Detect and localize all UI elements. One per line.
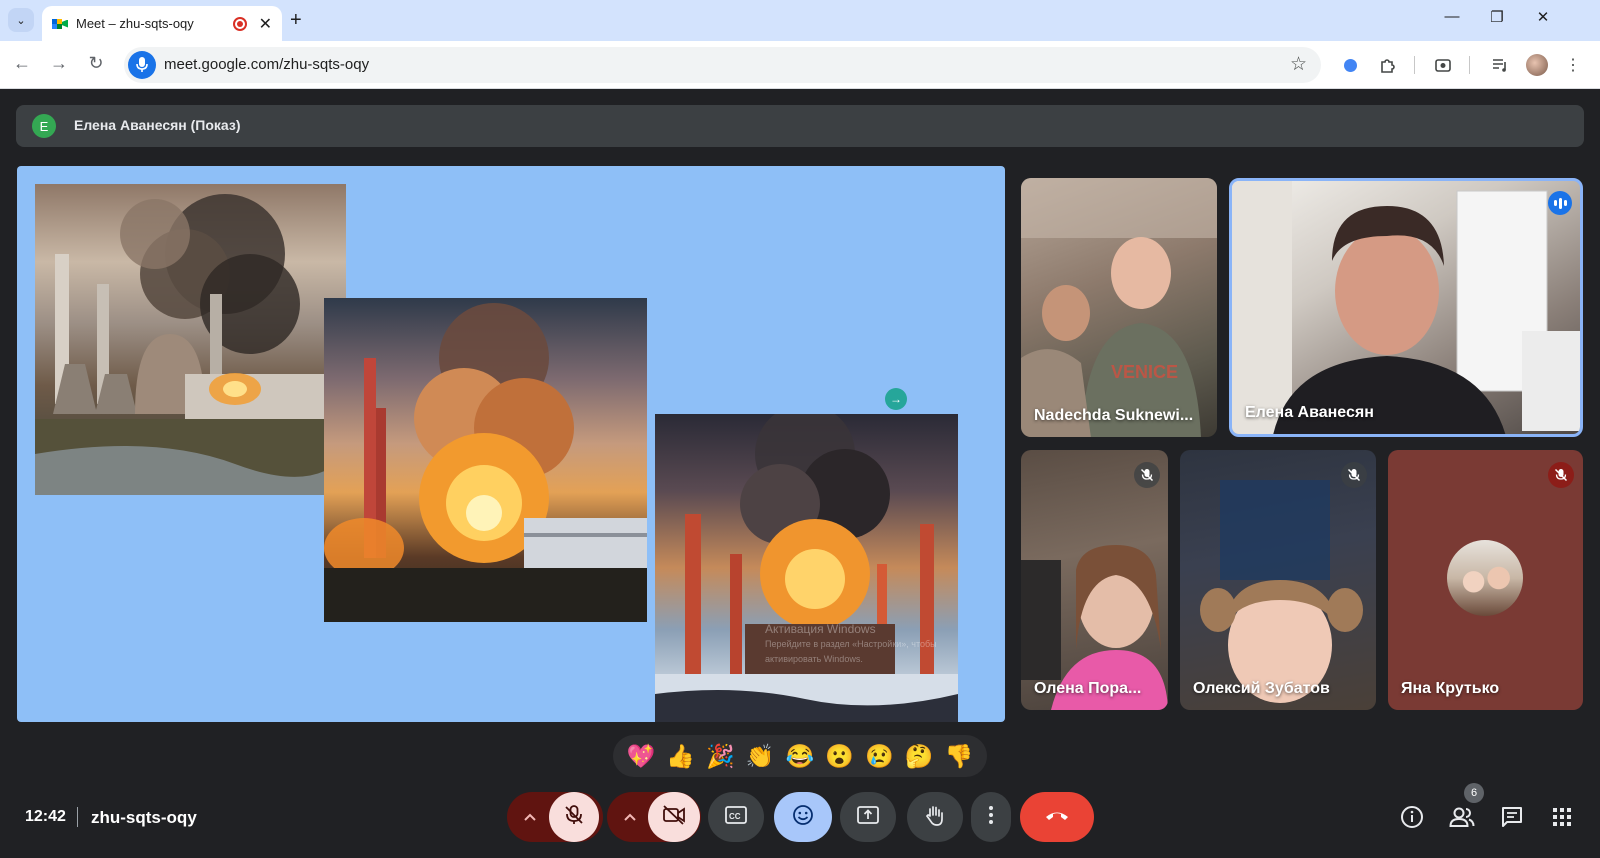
participant-avatar: [1447, 540, 1523, 616]
mic-off-icon: [1548, 462, 1574, 488]
back-button[interactable]: ←: [10, 53, 34, 74]
browser-tab-meet[interactable]: Meet – zhu-sqts-oqy ✕: [42, 6, 282, 41]
address-bar[interactable]: meet.google.com/zhu-sqts-oqy ☆: [124, 47, 1321, 83]
info-icon: [1400, 805, 1424, 834]
reload-button[interactable]: ↻: [84, 53, 108, 74]
media-control-icon[interactable]: [1488, 53, 1512, 77]
meeting-clock: 12:42: [25, 808, 66, 825]
browser-menu-icon[interactable]: ⋮: [1561, 53, 1585, 77]
slide-image-power-plant-smoke: [35, 184, 346, 495]
more-options-icon: [988, 805, 994, 830]
participant-tile-active-speaker[interactable]: Елена Аванесян: [1229, 178, 1583, 437]
reaction-surprised[interactable]: 😮: [822, 743, 858, 770]
forward-button[interactable]: →: [47, 53, 71, 74]
reaction-clapping[interactable]: 👏: [742, 743, 778, 770]
extension-dot-icon[interactable]: [1338, 53, 1362, 77]
activities-button[interactable]: [1548, 805, 1576, 833]
raise-hand-icon: [924, 804, 946, 831]
participant-tile[interactable]: Яна Крутько: [1388, 450, 1583, 710]
recording-indicator-icon: [232, 16, 247, 31]
reaction-party-popper[interactable]: 🎉: [702, 743, 738, 770]
chevron-down-icon: ⌄: [16, 14, 26, 27]
screenshot-capture-icon[interactable]: [1431, 53, 1455, 77]
meeting-code: zhu-sqts-oqy: [91, 808, 197, 827]
call-end-icon: [1044, 808, 1070, 826]
url-text: meet.google.com/zhu-sqts-oqy: [164, 56, 370, 73]
reaction-thumbs-up[interactable]: 👍: [663, 743, 699, 770]
mic-off-icon: [1134, 462, 1160, 488]
meeting-details-button[interactable]: [1398, 805, 1426, 833]
toggle-microphone-button[interactable]: [549, 792, 599, 842]
apps-grid-icon: [1552, 807, 1572, 832]
video-settings-chevron-icon[interactable]: [618, 792, 642, 842]
mic-off-icon: [563, 804, 585, 831]
show-everyone-button[interactable]: [1448, 805, 1476, 833]
captions-button[interactable]: CC: [708, 792, 764, 842]
bookmark-star-icon[interactable]: ☆: [1290, 53, 1307, 76]
participant-name: Яна Крутько: [1401, 680, 1500, 697]
emoji-icon: [792, 804, 814, 831]
present-screen-icon: [857, 805, 879, 829]
close-window-button[interactable]: ✕: [1528, 8, 1558, 26]
audio-settings-chevron-icon[interactable]: [518, 792, 542, 842]
svg-text:VENICE: VENICE: [1111, 362, 1178, 382]
restore-window-button[interactable]: ❐: [1482, 8, 1512, 26]
send-reaction-button[interactable]: [774, 792, 832, 842]
minimize-window-button[interactable]: —: [1437, 8, 1467, 25]
reactions-bar: 💖 👍 🎉 👏 😂 😮 😢 🤔 👎: [613, 735, 987, 777]
videocam-off-icon: [662, 804, 686, 831]
mic-off-icon: [1341, 462, 1367, 488]
participant-count-badge: 6: [1464, 783, 1484, 803]
extensions-puzzle-icon[interactable]: [1376, 53, 1400, 77]
svg-text:CC: CC: [729, 812, 741, 821]
shared-screen: → Активация Windows Перейдите в раздел «…: [17, 166, 1005, 722]
presentation-banner: E Елена Аванесян (Показ): [16, 105, 1584, 147]
participant-name: Елена Аванесян: [1245, 404, 1374, 421]
reaction-thumbs-down[interactable]: 👎: [941, 743, 977, 770]
people-icon: [1449, 806, 1475, 833]
participant-tile[interactable]: Олексий Зубатов: [1180, 450, 1376, 710]
raise-hand-button[interactable]: [907, 792, 963, 842]
speaking-indicator-icon: [1548, 191, 1572, 215]
tab-title: Meet – zhu-sqts-oqy: [76, 16, 194, 31]
google-meet-favicon-icon: [52, 17, 68, 31]
new-tab-button[interactable]: +: [290, 9, 302, 32]
slide-image-mushroom-cloud: [655, 414, 958, 722]
windows-activation-watermark: Активация Windows Перейдите в раздел «На…: [765, 622, 937, 664]
reaction-crying[interactable]: 😢: [861, 743, 897, 770]
participant-tile[interactable]: VENICE Nadechda Suknewi...: [1021, 178, 1217, 437]
reaction-laughing[interactable]: 😂: [782, 743, 818, 770]
microphone-in-use-icon[interactable]: [128, 51, 156, 79]
browser-tab-strip: ⌄ Meet – zhu-sqts-oqy ✕ + — ❐ ✕: [0, 0, 1600, 41]
participant-name: Олена Пора...: [1034, 680, 1142, 697]
tab-close-icon[interactable]: ✕: [259, 14, 272, 34]
leave-call-button[interactable]: [1020, 792, 1094, 842]
presenter-label: Елена Аванесян (Показ): [74, 117, 241, 133]
participant-name: Nadechda Suknewi...: [1034, 407, 1194, 424]
reaction-thinking[interactable]: 🤔: [901, 743, 937, 770]
toggle-camera-button[interactable]: [648, 792, 700, 842]
closed-captions-icon: CC: [725, 805, 747, 829]
chat-icon: [1500, 805, 1524, 834]
tab-search-button[interactable]: ⌄: [8, 8, 34, 32]
slide-image-explosion: [324, 298, 647, 622]
participant-name: Олексий Зубатов: [1193, 680, 1330, 697]
browser-toolbar: ← → ↻ meet.google.com/zhu-sqts-oqy ☆ ⋮: [0, 41, 1600, 89]
profile-avatar[interactable]: [1525, 53, 1549, 77]
present-now-button[interactable]: [840, 792, 896, 842]
participant-tile[interactable]: Олена Пора...: [1021, 450, 1168, 710]
reaction-sparkling-heart[interactable]: 💖: [623, 743, 659, 770]
chat-button[interactable]: [1498, 805, 1526, 833]
more-options-button[interactable]: [971, 792, 1011, 842]
pointer-arrow-icon: →: [885, 388, 907, 410]
presenter-avatar: E: [32, 114, 56, 138]
